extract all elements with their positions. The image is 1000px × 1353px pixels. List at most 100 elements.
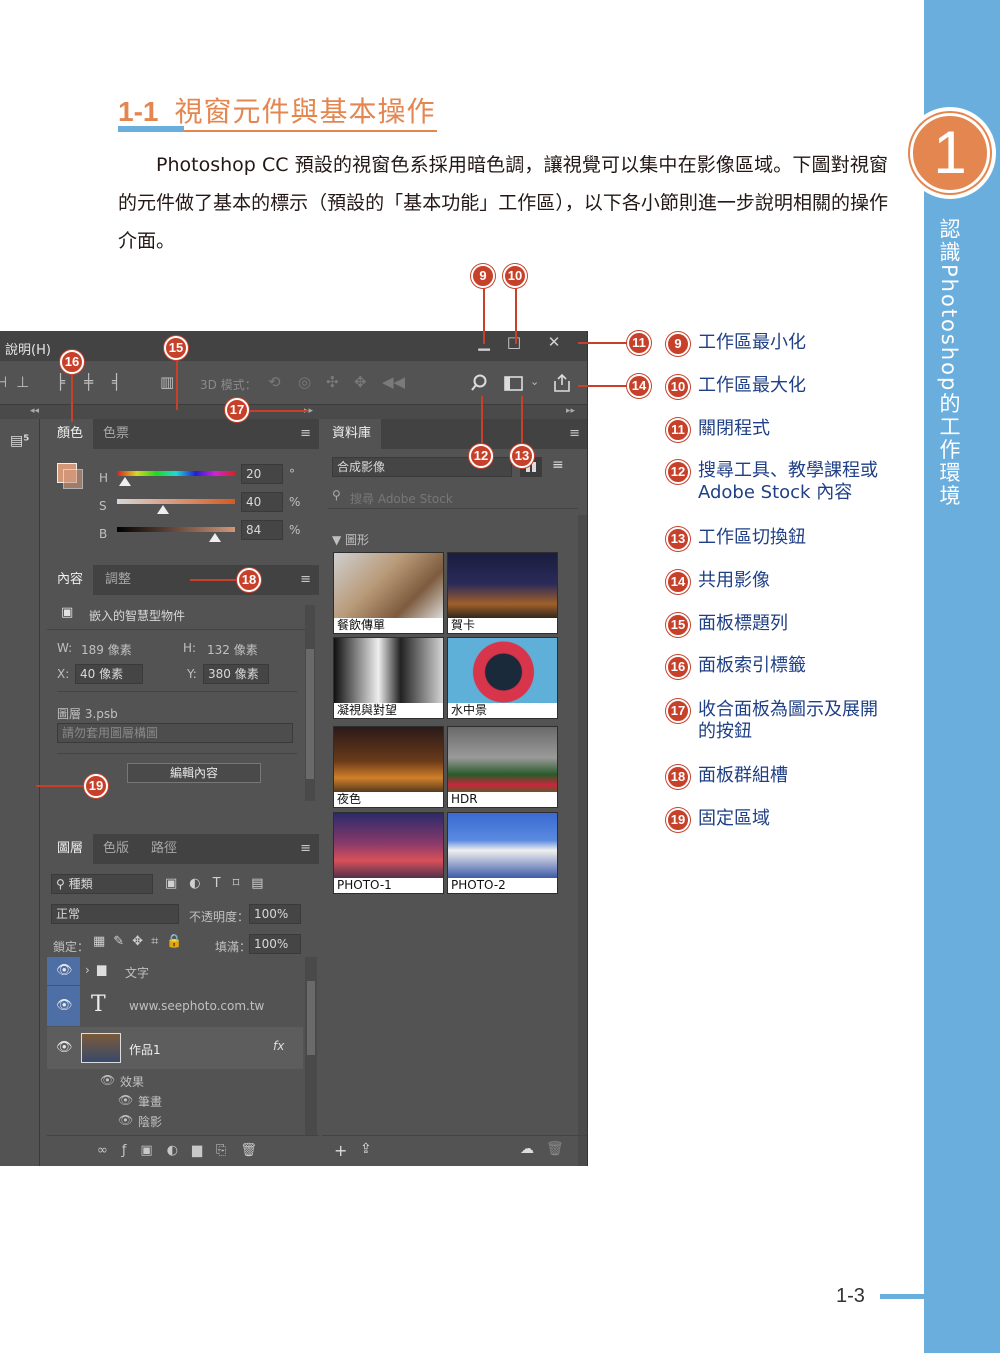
hue-slider-handle[interactable] <box>119 477 131 486</box>
layers-scrollbar[interactable] <box>305 957 317 1135</box>
trash-icon[interactable]: 🗑 <box>546 1141 564 1157</box>
align-bottom-icon[interactable]: ⊥ <box>16 373 29 391</box>
properties-scrollbar[interactable] <box>305 605 315 801</box>
saturation-slider[interactable] <box>117 499 235 504</box>
tab-properties[interactable]: 內容 <box>47 565 94 595</box>
fx-icon[interactable]: fx <box>273 1039 284 1053</box>
x-field[interactable]: 40 像素 <box>75 664 143 684</box>
brightness-slider-handle[interactable] <box>209 533 221 542</box>
history-icon[interactable]: ▤⁵ <box>10 433 32 453</box>
callout-badge: 11 <box>627 331 651 355</box>
tab-swatches[interactable]: 色票 <box>93 419 139 449</box>
stock-search[interactable]: ⚲ 搜尋 Adobe Stock <box>328 485 578 509</box>
eye-icon[interactable]: 👁 <box>56 998 73 1013</box>
search-icon[interactable] <box>470 374 488 392</box>
edit-contents-button[interactable]: 編輯內容 <box>127 763 261 783</box>
layer-row-text-group[interactable]: 👁 › ▆ 文字 <box>47 957 303 985</box>
eye-icon[interactable]: 👁 <box>56 963 73 978</box>
library-item[interactable]: 水中景 <box>447 637 558 719</box>
eye-icon[interactable]: 👁 <box>118 1113 133 1127</box>
collapse-left-icon[interactable]: ◂◂ <box>30 406 39 416</box>
section-number: 1-1 <box>118 96 159 127</box>
chevron-down-icon[interactable]: ⌄ <box>530 375 539 388</box>
panel-menu-icon[interactable]: ≡ <box>300 426 311 441</box>
library-scrollbar[interactable] <box>578 515 587 1166</box>
tab-adjustments[interactable]: 調整 <box>95 565 141 595</box>
panel-menu-icon[interactable]: ≡ <box>569 426 580 441</box>
tab-libraries[interactable]: 資料庫 <box>322 419 382 449</box>
library-item[interactable]: 餐飲傳單 <box>333 552 444 634</box>
layers-footer-icons[interactable]: ∞ƒ▣◐▆⎘🗑 <box>97 1143 271 1158</box>
auto-align-icon[interactable]: ▥ <box>160 373 174 391</box>
layer-row-type[interactable]: 👁 T www.seephoto.com.tw <box>47 986 303 1026</box>
tab-color[interactable]: 顏色 <box>47 419 94 449</box>
leader-line <box>578 385 628 387</box>
align-left-icon[interactable]: ⊣ <box>0 373 7 391</box>
s-value-field[interactable]: 40 <box>241 492 283 512</box>
eye-icon[interactable]: 👁 <box>56 1040 73 1055</box>
library-item[interactable]: HDR <box>447 726 558 808</box>
upload-icon[interactable]: ⇪ <box>360 1141 372 1157</box>
section-title: 視窗元件與基本操作 <box>174 95 436 128</box>
hue-slider[interactable] <box>117 471 235 476</box>
distribute-right-icon[interactable]: ╡ <box>112 373 121 391</box>
layer-filter-select[interactable]: ⚲ 種類 <box>51 874 153 894</box>
layers-panel-tabs: 圖層 色版 路徑 ≡ <box>47 834 319 864</box>
background-swatch[interactable] <box>63 469 83 489</box>
layer-name: 作品1 <box>129 1043 161 1057</box>
y-field[interactable]: 380 像素 <box>203 664 269 684</box>
layer-comp-select[interactable]: 請勿套用圖層構圖 <box>57 723 293 743</box>
leader-line <box>71 372 73 422</box>
brightness-slider[interactable] <box>117 527 235 532</box>
workspace-switcher-icon[interactable] <box>504 376 524 392</box>
layer-thumbnail <box>81 1033 121 1063</box>
library-item[interactable]: PHOTO-2 <box>447 812 558 894</box>
creative-cloud-icon[interactable]: ☁ <box>520 1141 534 1157</box>
callout-badge: 18 <box>237 568 261 592</box>
legend-item: 16 面板索引標籤 <box>666 655 806 679</box>
menu-help[interactable]: 說明(H) <box>5 339 51 358</box>
folder-icon: ▆ <box>97 962 107 976</box>
tab-paths[interactable]: 路徑 <box>141 834 187 864</box>
close-button[interactable]: ✕ <box>534 331 574 355</box>
chevron-right-icon[interactable]: › <box>85 963 90 977</box>
lock-icons[interactable]: ▦✎✥⌗🔒 <box>93 934 191 949</box>
color-panel: 顏色 色票 ≡ H 20 ° S 40 % B 84 % <box>47 419 319 567</box>
eye-icon[interactable]: 👁 <box>118 1093 133 1107</box>
tab-layers[interactable]: 圖層 <box>47 834 94 864</box>
3d-roll-icon: ◎ <box>298 373 312 391</box>
layer-row-smart-object[interactable]: 👁 作品1 fx <box>47 1027 303 1069</box>
w-label: W: <box>57 641 73 655</box>
saturation-slider-handle[interactable] <box>157 505 169 514</box>
scrollbar-thumb[interactable] <box>306 649 314 779</box>
list-view-icon[interactable]: ≡ <box>552 457 564 473</box>
maximize-button[interactable]: □ <box>494 331 534 355</box>
layer-filter-value: 種類 <box>68 877 93 891</box>
distribute-left-icon[interactable]: ╞ <box>56 373 65 391</box>
library-item[interactable]: 凝視與對望 <box>333 637 444 719</box>
fill-field[interactable]: 100% <box>249 934 301 954</box>
panel-menu-icon[interactable]: ≡ <box>300 572 311 587</box>
legend-item: 9 工作區最小化 <box>666 332 806 356</box>
distribute-center-icon[interactable]: ╪ <box>84 373 93 391</box>
chapter-badge: 1 <box>904 107 996 199</box>
leader-line <box>483 288 485 344</box>
tab-channels[interactable]: 色版 <box>93 834 139 864</box>
leader-line <box>515 288 517 344</box>
layer-filter-icons[interactable]: ▣◐T⌑▤ <box>165 876 276 891</box>
s-unit: % <box>289 495 301 509</box>
legend-text: 關閉程式 <box>698 418 770 439</box>
b-value-field[interactable]: 84 <box>241 520 283 540</box>
panel-menu-icon[interactable]: ≡ <box>300 841 311 856</box>
eye-icon[interactable]: 👁 <box>100 1073 115 1087</box>
blend-mode-select[interactable]: 正常 <box>51 904 179 924</box>
library-item[interactable]: 夜色 <box>333 726 444 808</box>
library-item[interactable]: 賀卡 <box>447 552 558 634</box>
library-item[interactable]: PHOTO-1 <box>333 812 444 894</box>
share-icon[interactable] <box>553 373 571 393</box>
h-value-field[interactable]: 20 <box>241 464 283 484</box>
scrollbar-thumb[interactable] <box>307 981 315 1055</box>
opacity-field[interactable]: 100% <box>249 904 301 924</box>
add-content-icon[interactable]: + <box>334 1141 347 1160</box>
collapse-right-icon[interactable]: ▸▸ <box>566 406 575 416</box>
